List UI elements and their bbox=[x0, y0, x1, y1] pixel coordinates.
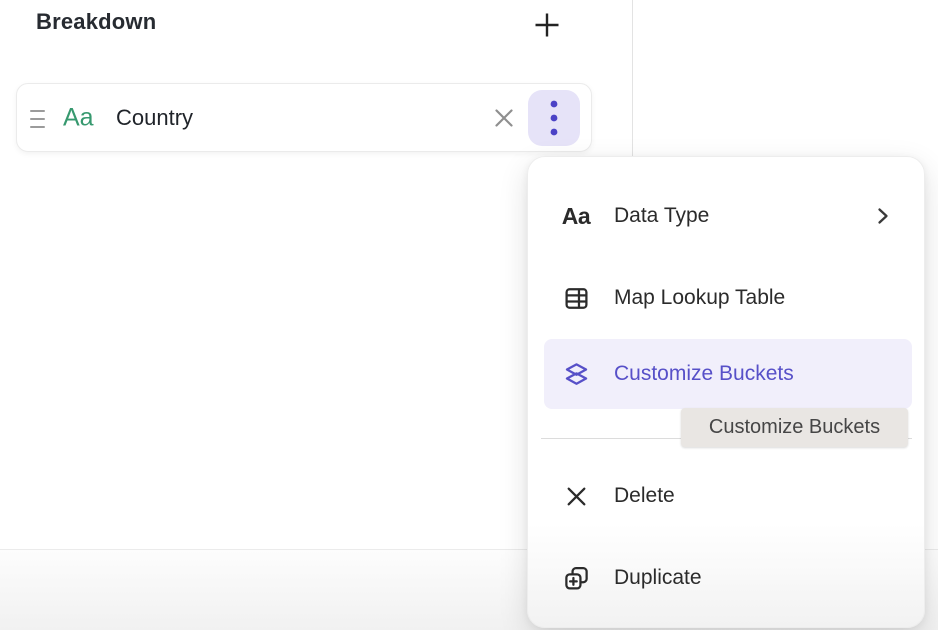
breakdown-panel: Breakdown Aa Country bbox=[0, 0, 938, 630]
menu-item-map-lookup-table[interactable]: Map Lookup Table bbox=[528, 265, 924, 331]
stack-layers-icon bbox=[562, 360, 590, 388]
chevron-right-icon bbox=[873, 205, 893, 227]
menu-item-delete[interactable]: Delete bbox=[528, 463, 924, 529]
menu-item-customize-buckets[interactable]: Customize Buckets bbox=[544, 339, 912, 409]
table-icon bbox=[562, 284, 590, 312]
plus-icon bbox=[532, 10, 562, 40]
pane-divider bbox=[632, 0, 633, 160]
menu-item-duplicate[interactable]: Duplicate bbox=[528, 545, 924, 611]
remove-field-button[interactable] bbox=[487, 101, 521, 135]
data-type-aa-icon: Aa bbox=[562, 202, 590, 230]
field-options-menu: Aa Data Type Map Lookup Table bbox=[527, 156, 925, 628]
delete-x-icon bbox=[562, 482, 590, 510]
duplicate-icon bbox=[562, 564, 590, 592]
tooltip: Customize Buckets bbox=[681, 408, 908, 447]
kebab-icon bbox=[549, 99, 559, 137]
add-breakdown-button[interactable] bbox=[529, 7, 565, 43]
menu-item-data-type[interactable]: Aa Data Type bbox=[528, 183, 924, 249]
field-name: Country bbox=[116, 105, 193, 131]
page-title: Breakdown bbox=[36, 9, 156, 35]
breakdown-field-card[interactable]: Aa Country bbox=[16, 83, 592, 152]
field-options-button[interactable] bbox=[528, 90, 580, 146]
field-type-badge: Aa bbox=[63, 103, 94, 132]
close-icon bbox=[492, 106, 516, 130]
drag-handle-icon[interactable] bbox=[30, 110, 45, 134]
